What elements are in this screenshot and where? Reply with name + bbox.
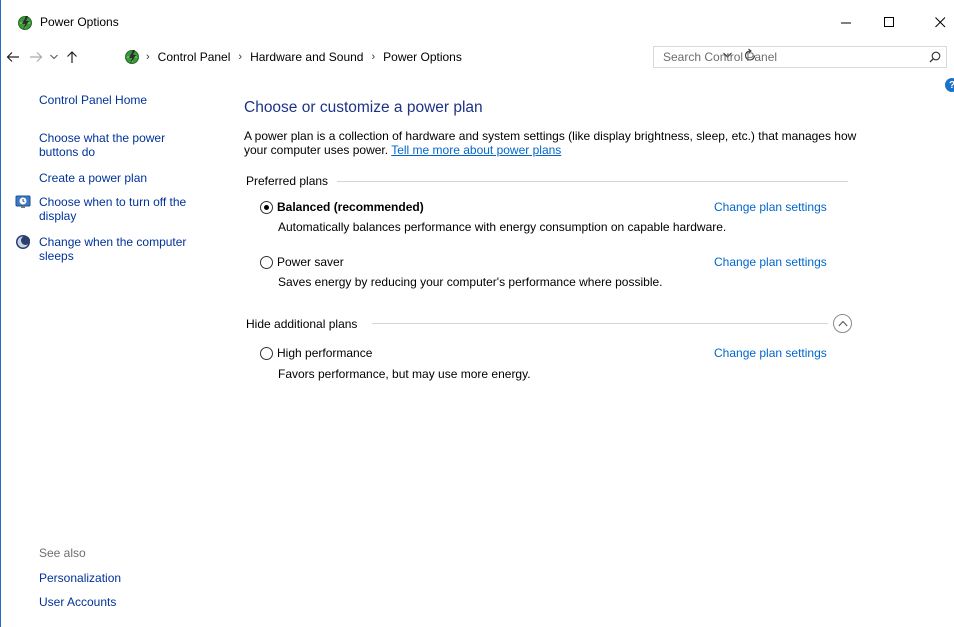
sidebar-computer-sleeps[interactable]: Change when the computer sleeps <box>39 235 186 263</box>
high-performance-plan-name[interactable]: High performance <box>277 346 372 360</box>
minimize-icon <box>840 22 851 23</box>
sidebar-link-label: Change when the computer <box>39 235 187 249</box>
close-icon <box>934 16 945 27</box>
maximize-button[interactable] <box>877 10 901 34</box>
breadcrumb-power-options[interactable]: Power Options <box>383 50 462 64</box>
preferred-plans-header: Preferred plans <box>246 174 329 188</box>
page-title: Choose or customize a power plan <box>244 99 483 116</box>
additional-plans-header[interactable]: Hide additional plans <box>246 317 357 331</box>
display-clock-icon <box>15 195 31 208</box>
power-saver-plan-name[interactable]: Power saver <box>277 255 344 269</box>
sidebar-control-panel-home[interactable]: Control Panel Home <box>39 93 147 107</box>
learn-more-link[interactable]: Tell me more about power plans <box>391 143 561 157</box>
breadcrumb-hardware-and-sound[interactable]: Hardware and Sound <box>250 50 363 64</box>
window-title: Power Options <box>40 15 119 29</box>
help-icon[interactable]: ? <box>945 78 954 92</box>
power-saver-plan-description: Saves energy by reducing your computer's… <box>278 275 663 289</box>
address-bar[interactable]: › Control Panel › Hardware and Sound › P… <box>119 46 756 68</box>
breadcrumb-separator: › <box>238 51 243 63</box>
minimize-button[interactable] <box>834 10 858 34</box>
search-box <box>653 46 947 68</box>
balanced-radio[interactable] <box>260 201 273 214</box>
collapse-additional-plans-button[interactable] <box>833 314 852 333</box>
group-divider <box>372 323 828 324</box>
high-performance-change-plan-link[interactable]: Change plan settings <box>714 346 827 360</box>
maximize-icon <box>883 16 894 27</box>
breadcrumb-control-panel[interactable]: Control Panel <box>158 50 231 64</box>
high-performance-radio[interactable] <box>260 347 273 360</box>
sidebar-create-power-plan[interactable]: Create a power plan <box>39 171 147 185</box>
see-also-user-accounts[interactable]: User Accounts <box>39 595 116 609</box>
balanced-plan-description: Automatically balances performance with … <box>278 220 727 234</box>
sidebar-link-label: buttons do <box>39 145 96 159</box>
balanced-change-plan-link[interactable]: Change plan settings <box>714 200 827 214</box>
back-button[interactable] <box>5 47 21 67</box>
power-options-app-icon <box>18 16 32 30</box>
search-input[interactable] <box>654 47 922 67</box>
close-button[interactable] <box>928 10 952 34</box>
power-saver-radio[interactable] <box>260 256 273 269</box>
control-panel-icon <box>125 50 139 64</box>
page-description: A power plan is a collection of hardware… <box>244 129 859 157</box>
sidebar-link-label: Create a power plan <box>39 171 148 185</box>
sidebar-link-label: Choose what the power <box>39 131 166 145</box>
breadcrumb-separator: › <box>371 51 376 63</box>
sidebar-link-label: sleeps <box>39 249 74 263</box>
forward-arrow-icon <box>30 52 43 62</box>
up-arrow-icon <box>67 51 77 63</box>
balanced-plan-name[interactable]: Balanced (recommended) <box>277 200 424 214</box>
see-also-personalization[interactable]: Personalization <box>39 571 121 585</box>
breadcrumb-separator: › <box>146 51 150 63</box>
up-button[interactable] <box>64 47 80 67</box>
recent-locations-button[interactable] <box>46 47 62 67</box>
sidebar-link-label: display <box>39 209 77 223</box>
sidebar-link-label: Choose when to turn off the <box>39 195 187 209</box>
power-saver-change-plan-link[interactable]: Change plan settings <box>714 255 827 269</box>
power-options-window: Power Options › Control Panel › Hardware… <box>0 0 954 627</box>
chevron-down-icon <box>50 54 58 60</box>
search-icon[interactable] <box>928 50 942 64</box>
see-also-heading: See also <box>39 546 86 560</box>
group-divider <box>337 181 848 182</box>
chevron-up-icon <box>837 320 848 327</box>
moon-sleep-icon <box>16 235 30 249</box>
breadcrumb: › Control Panel › Hardware and Sound › P… <box>146 50 462 64</box>
forward-button[interactable] <box>28 47 44 67</box>
sidebar-choose-power-buttons[interactable]: Choose what the power buttons do <box>39 131 165 159</box>
sidebar-turn-off-display[interactable]: Choose when to turn off the display <box>39 195 186 223</box>
high-performance-plan-description: Favors performance, but may use more ene… <box>278 367 531 381</box>
title-bar: Power Options <box>1 0 954 44</box>
back-arrow-icon <box>6 52 19 62</box>
